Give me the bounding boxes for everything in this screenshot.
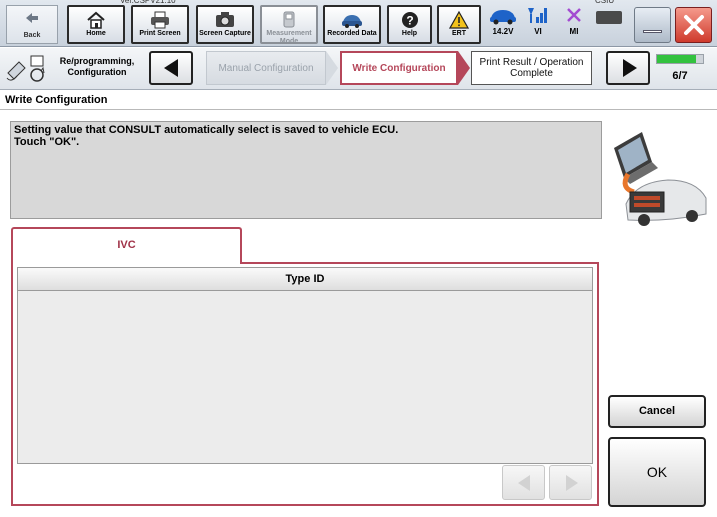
measurement-icon	[262, 10, 316, 30]
recorded-data-icon	[325, 10, 379, 30]
mi-label: MI	[569, 27, 579, 36]
home-button-label: Home	[86, 30, 106, 37]
ert-button[interactable]: ERT	[437, 5, 481, 44]
page-counter: 6/7	[672, 70, 688, 82]
type-id-table-body	[17, 291, 593, 464]
back-arrow-icon	[7, 10, 57, 32]
back-button-label: Back	[23, 32, 41, 39]
step-manual-configuration-label: Manual Configuration	[218, 62, 314, 74]
step-chevron	[326, 51, 338, 85]
chevron-left-icon	[516, 474, 532, 497]
tab-ivc[interactable]: IVC	[11, 227, 242, 264]
print-screen-button-label: Print Screen	[139, 30, 181, 37]
top-toolbar: Ver.CSPV21.10 CSIU Back Home Print Scree…	[0, 0, 717, 47]
recorded-data-button[interactable]: Recorded Data	[323, 5, 381, 44]
ok-button[interactable]: OK	[608, 437, 706, 507]
signal-icon	[521, 5, 555, 27]
help-icon: ?	[389, 10, 430, 30]
message-line-1: Setting value that CONSULT automatically…	[14, 124, 399, 136]
svg-text:?: ?	[406, 14, 413, 28]
table-header-type-id: Type ID	[17, 267, 593, 291]
chevron-right-icon	[564, 474, 580, 497]
print-screen-button[interactable]: Print Screen	[131, 5, 189, 44]
vi-status: VI	[521, 5, 555, 36]
previous-step-button[interactable]	[149, 51, 193, 85]
current-step-chevron	[458, 51, 470, 85]
vi-label: VI	[534, 27, 542, 36]
message-line-2: Touch "OK".	[14, 136, 80, 148]
home-button[interactable]: Home	[67, 5, 125, 44]
close-button[interactable]	[675, 7, 712, 43]
battery-status: 14.2V	[486, 5, 520, 36]
minimize-icon	[643, 30, 662, 33]
help-button[interactable]: ? Help	[387, 5, 432, 44]
measurement-mode-button[interactable]: Measurement Mode	[260, 5, 318, 44]
step-manual-configuration: Manual Configuration	[206, 51, 326, 85]
page-previous-button[interactable]	[502, 465, 545, 500]
battery-indicator-icon	[596, 11, 622, 24]
camera-icon	[198, 10, 252, 30]
step-print-result: Print Result / Operation Complete	[471, 51, 592, 85]
close-icon	[682, 13, 706, 42]
mi-status: MI	[557, 5, 591, 36]
message-box: Setting value that CONSULT automatically…	[10, 121, 602, 219]
back-button[interactable]: Back	[6, 5, 58, 44]
step-print-result-label: Print Result / Operation Complete	[479, 57, 584, 79]
arrow-left-icon	[162, 58, 180, 83]
screen-capture-button-label: Screen Capture	[199, 30, 251, 37]
column-header-type-id: Type ID	[285, 273, 325, 285]
page-next-button[interactable]	[549, 465, 592, 500]
version-fragment: Ver.CSPV21.10	[120, 0, 176, 4]
section-label: Re/programming, Configuration	[59, 56, 135, 77]
progress-bar	[656, 54, 704, 64]
help-button-label: Help	[401, 30, 418, 37]
home-icon	[69, 10, 123, 30]
step-write-configuration: Write Configuration	[340, 51, 458, 85]
arrow-right-icon	[621, 58, 639, 83]
measurement-mode-button-label: Measurement Mode	[266, 30, 312, 44]
tab-ivc-label: IVC	[117, 239, 136, 251]
recorded-data-button-label: Recorded Data	[327, 30, 377, 37]
car-battery-icon	[486, 5, 520, 27]
step-write-configuration-label: Write Configuration	[352, 62, 446, 74]
cancel-button-label: Cancel	[638, 405, 676, 417]
minimize-button[interactable]	[634, 7, 671, 43]
ert-button-label: ERT	[452, 30, 466, 37]
header-fragment: CSIU	[595, 0, 614, 4]
printer-icon	[133, 10, 187, 30]
screen-capture-button[interactable]: Screen Capture	[196, 5, 254, 44]
reprogramming-icon	[5, 53, 49, 90]
battery-voltage: 14.2V	[492, 27, 514, 36]
cancel-button[interactable]: Cancel	[608, 395, 706, 428]
ok-button-label: OK	[646, 464, 668, 480]
laptop-to-car-write-illustration	[606, 126, 710, 226]
title-bar: Write Configuration	[0, 90, 717, 110]
progress-bar-fill	[657, 55, 697, 63]
navigation-row: Re/programming, Configuration Manual Con…	[0, 48, 717, 90]
page-title: Write Configuration	[5, 94, 108, 106]
next-step-button[interactable]	[606, 51, 650, 85]
warning-triangle-icon	[439, 10, 479, 30]
x-mark-icon	[557, 5, 591, 27]
